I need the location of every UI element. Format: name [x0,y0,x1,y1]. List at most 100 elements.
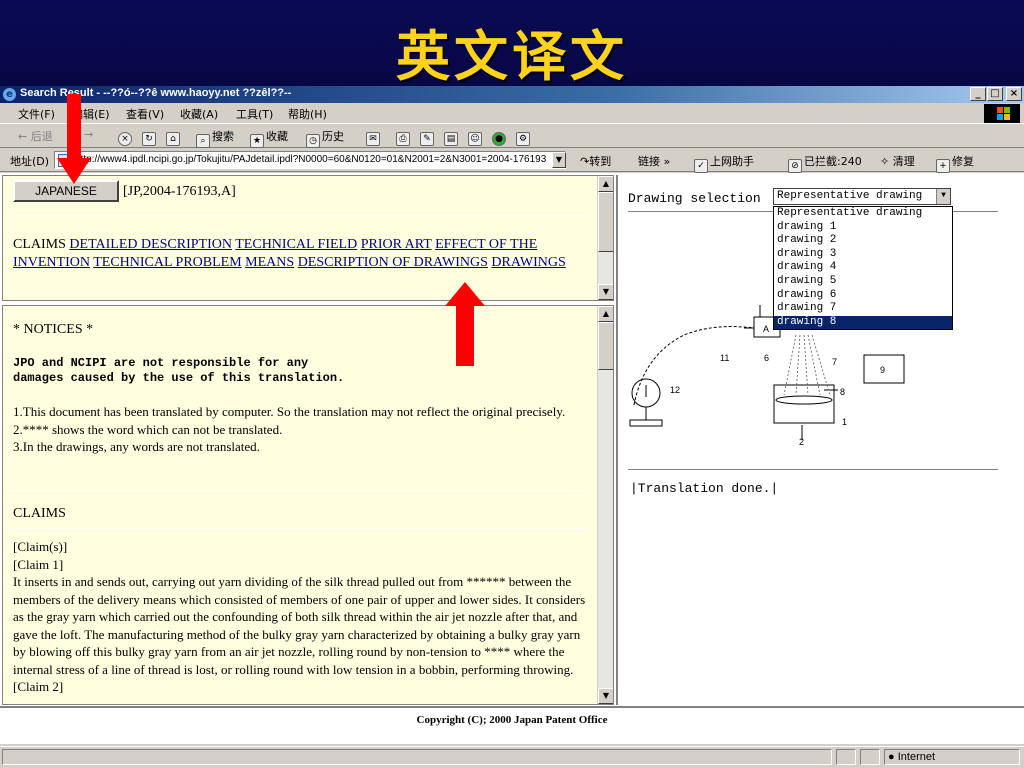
maximize-button[interactable]: □ [987,87,1003,101]
browser-window: e Search Result - --??ó--??ê www.haoyy.n… [0,86,1024,768]
links-button[interactable]: 链接 » [638,153,670,169]
status-panel [836,749,856,765]
claims-body: [Claim(s)] [Claim 1] It inserts in and s… [13,538,593,696]
menu-view[interactable]: 查看(V) [126,106,164,122]
claims-heading: CLAIMS [13,506,66,521]
drawing-select-value: Representative drawing [777,190,923,202]
link-technical-problem[interactable]: TECHNICAL PROBLEM [93,255,241,270]
tools-icon[interactable]: ⚙ [516,128,532,146]
clean-button[interactable]: ✧ 清理 [880,153,915,169]
edit-icon[interactable]: ✎ [420,128,436,146]
drawing-option[interactable]: drawing 3 [774,248,952,262]
link-means[interactable]: MEANS [245,255,294,270]
spray-line [795,334,801,396]
drawing-select[interactable]: Representative drawing ▼ [773,188,951,205]
globe-icon: ● [888,751,895,763]
claim-1-label: [Claim 1] [13,556,64,572]
drawing-option[interactable]: drawing 4 [774,261,952,275]
history-button[interactable]: ◷ 历史 [306,128,344,148]
drawing-option[interactable]: drawing 1 [774,221,952,235]
repair-button[interactable]: + 修复 [936,153,974,173]
scroll-up-icon[interactable]: ▲ [598,176,613,192]
page-content: JAPANESE [JP,2004-176193,A] CLAIMS DETAI… [0,173,1024,706]
divider [11,528,586,529]
print-icon[interactable]: ⎙ [396,128,412,146]
history-label: 历史 [322,130,344,143]
claims-frame-scrollbar[interactable]: ▲ ▼ [597,306,613,704]
link-detailed-description[interactable]: DETAILED DESCRIPTION [69,237,232,252]
clean-label: 清理 [892,155,915,168]
links-label: 链接 [638,155,660,168]
claims-label: CLAIMS [13,237,66,252]
title-bar: e Search Result - --??ó--??ê www.haoyy.n… [0,86,1024,103]
disclaimer-line: JPO and NCIPI are not responsible for an… [13,356,309,370]
menu-tools[interactable]: 工具(T) [236,106,273,122]
assistant-button[interactable]: ✓ 上网助手 [694,153,754,173]
blocked-button[interactable]: ⊘ 已拦截:240 [788,153,862,173]
repair-label: 修复 [952,155,974,168]
link-prior-art[interactable]: PRIOR ART [361,237,432,252]
drawing-option[interactable]: drawing 7 [774,302,952,316]
divider [11,490,586,491]
drawing-option[interactable]: Representative drawing [774,207,952,221]
spray-line [803,334,809,396]
address-dropdown-icon[interactable]: ▼ [552,152,566,168]
menu-bar: 文件(F) 编辑(E) 查看(V) 收藏(A) 工具(T) 帮助(H) [0,103,1024,124]
spray-line [811,334,831,396]
slide-title: 英文译文 [396,24,628,88]
scroll-up-icon[interactable]: ▲ [598,306,613,322]
roller-ellipse [775,395,833,405]
disclaimer: JPO and NCIPI are not responsible for an… [13,356,593,386]
address-input[interactable]: http://www4.ipdl.ncipi.go.jp/Tokujitu/PA… [54,151,566,169]
close-button[interactable]: × [1006,87,1022,101]
menu-help[interactable]: 帮助(H) [288,106,327,122]
menu-favorites[interactable]: 收藏(A) [180,106,218,122]
menu-file[interactable]: 文件(F) [18,106,55,122]
globe-icon[interactable]: ● [492,128,508,146]
claims-label: [Claim(s)] [13,539,68,554]
back-button[interactable]: ← 后退 [18,128,53,144]
scroll-down-icon[interactable]: ▼ [598,284,613,300]
scroll-thumb[interactable] [598,192,613,252]
arrow-head [57,158,91,184]
search-button[interactable]: ⌕ 搜索 [196,128,234,148]
spray-line [783,334,797,396]
refresh-icon[interactable]: ↻ [142,128,158,146]
favorites-button[interactable]: ★ 收藏 [250,128,288,148]
drawing-option[interactable]: drawing 6 [774,289,952,303]
link-description-of-drawings[interactable]: DESCRIPTION OF DRAWINGS [298,255,488,270]
discuss-icon[interactable]: ▤ [444,128,460,146]
minimize-button[interactable]: _ [970,87,986,101]
ie-logo-icon: e [3,88,16,101]
divider [11,215,586,216]
top-frame-scrollbar[interactable]: ▲ ▼ [597,176,613,300]
document-id: [JP,2004-176193,A] [123,184,236,199]
blocked-icon: ⊘ [788,159,802,173]
mail-icon[interactable]: ✉ [366,128,382,146]
bobbin-base [629,419,663,427]
link-technical-field[interactable]: TECHNICAL FIELD [235,237,357,252]
assistant-label: 上网助手 [710,155,754,168]
note-item: 3.In the drawings, any words are not tra… [13,439,260,454]
scroll-thumb[interactable] [598,322,613,370]
internet-zone: ● Internet [888,751,935,763]
address-bar: 地址(D) http://www4.ipdl.ncipi.go.jp/Tokuj… [0,148,1024,173]
zone-label: Internet [897,751,936,763]
claim-1-text: It inserts in and sends out, carrying ou… [13,574,586,677]
messenger-icon[interactable]: ☺ [468,128,484,146]
search-icon: ⌕ [196,134,210,148]
drawing-option[interactable]: drawing 5 [774,275,952,289]
scroll-down-icon[interactable]: ▼ [598,688,613,704]
spray-line [807,334,821,396]
stop-icon[interactable]: × [118,128,134,146]
home-icon[interactable]: ⌂ [166,128,182,146]
notes: 1.This document has been translated by c… [13,403,593,456]
link-drawings[interactable]: DRAWINGS [491,255,565,270]
note-item: 2.**** shows the word which can not be t… [13,421,283,437]
drawing-option[interactable]: drawing 2 [774,234,952,248]
go-icon: ↷ [580,155,590,168]
label-6: 6 [764,353,769,363]
drawing-option[interactable]: drawing 8 [774,315,952,330]
label-2: 2 [799,437,804,445]
go-button[interactable]: ↷转到 [580,153,611,169]
